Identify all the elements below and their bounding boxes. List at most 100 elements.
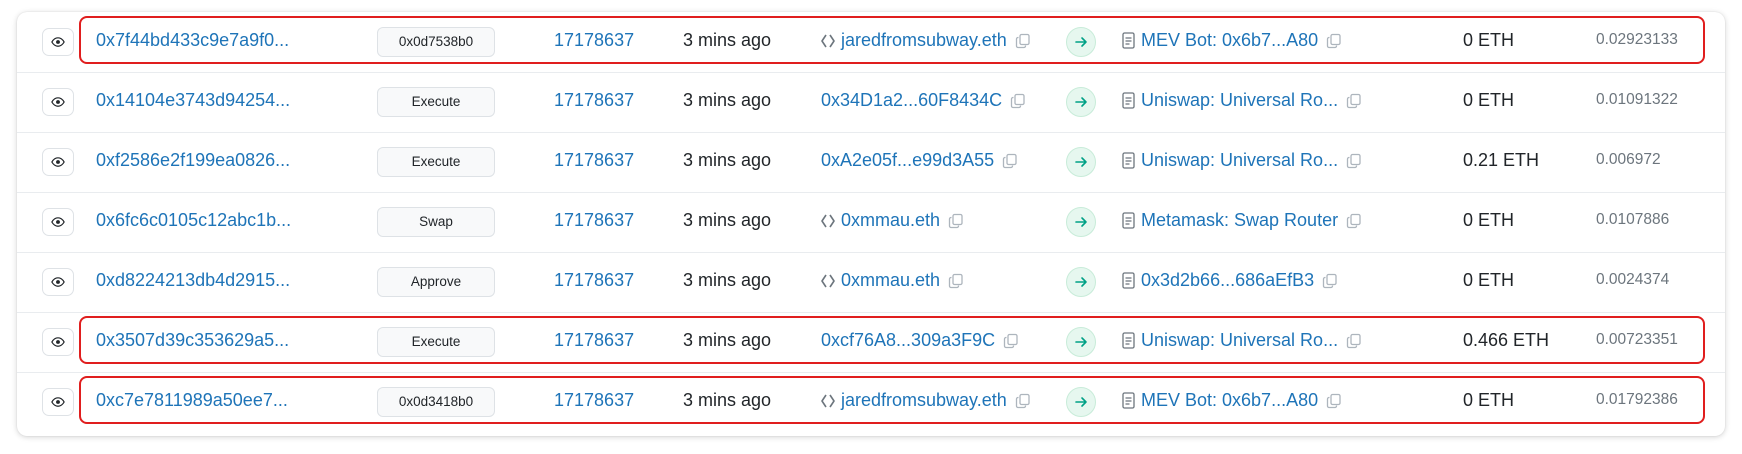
txn-hash-link[interactable]: 0x7f44bd433c9e7a9f0...: [96, 30, 289, 51]
copy-icon[interactable]: [1322, 273, 1338, 289]
to-address-link[interactable]: 0x3d2b66...686aEfB3: [1141, 270, 1314, 291]
view-details-button[interactable]: [42, 28, 74, 56]
contract-icon: [1122, 32, 1135, 49]
txn-hash-link[interactable]: 0x14104e3743d94254...: [96, 90, 290, 111]
txn-fee-text: 0.01792386: [1596, 391, 1678, 408]
copy-icon[interactable]: [1010, 93, 1026, 109]
age-text: 3 mins ago: [683, 30, 772, 50]
copy-icon[interactable]: [948, 273, 964, 289]
copy-icon[interactable]: [1346, 93, 1362, 109]
copy-icon[interactable]: [1346, 213, 1362, 229]
txn-hash-link[interactable]: 0xd8224213db4d2915...: [96, 270, 290, 291]
age-text: 3 mins ago: [683, 150, 772, 170]
eye-icon: [51, 277, 65, 287]
direction-arrow: [1066, 327, 1096, 357]
to-address-link[interactable]: Uniswap: Universal Ro...: [1141, 330, 1338, 351]
from-address-link[interactable]: 0xmmau.eth: [841, 210, 940, 231]
arrow-right-icon: [1075, 397, 1087, 407]
value-text: 0 ETH: [1463, 270, 1515, 290]
from-address: jaredfromsubway.eth: [821, 390, 1031, 411]
from-address-link[interactable]: 0xmmau.eth: [841, 270, 940, 291]
view-details-button[interactable]: [42, 208, 74, 236]
to-address-link[interactable]: MEV Bot: 0x6b7...A80: [1141, 30, 1318, 51]
copy-icon[interactable]: [1015, 393, 1031, 409]
from-address-link[interactable]: 0xcf76A8...309a3F9C: [821, 330, 995, 351]
method-badge: 0x0d7538b0: [377, 27, 495, 57]
view-details-button[interactable]: [42, 148, 74, 176]
table-row: 0x6fc6c0105c12abc1b... Swap 17178637 3 m…: [17, 192, 1725, 253]
eye-icon: [51, 37, 65, 47]
txn-fee-text: 0.0024374: [1596, 271, 1670, 288]
view-details-button[interactable]: [42, 328, 74, 356]
block-link[interactable]: 17178637: [554, 270, 634, 291]
table-row: 0xc7e7811989a50ee7... 0x0d3418b0 1717863…: [17, 372, 1725, 432]
copy-icon[interactable]: [1346, 333, 1362, 349]
to-address-link[interactable]: MEV Bot: 0x6b7...A80: [1141, 390, 1318, 411]
value-text: 0 ETH: [1463, 90, 1515, 110]
copy-icon[interactable]: [1002, 153, 1018, 169]
direction-arrow: [1066, 87, 1096, 117]
to-address-link[interactable]: Metamask: Swap Router: [1141, 210, 1338, 231]
to-address: MEV Bot: 0x6b7...A80: [1122, 30, 1342, 51]
arrow-right-icon: [1075, 277, 1087, 287]
from-address: 0x34D1a2...60F8434C: [821, 90, 1026, 111]
table-row: 0x3507d39c353629a5... Execute 17178637 3…: [17, 312, 1725, 373]
value-text: 0.21 ETH: [1463, 150, 1540, 170]
age-text: 3 mins ago: [683, 90, 772, 110]
to-address: 0x3d2b66...686aEfB3: [1122, 270, 1338, 291]
copy-icon[interactable]: [1346, 153, 1362, 169]
method-badge: Execute: [377, 87, 495, 117]
value-text: 0.466 ETH: [1463, 330, 1550, 350]
view-details-button[interactable]: [42, 388, 74, 416]
contract-icon: [1122, 152, 1135, 169]
block-link[interactable]: 17178637: [554, 90, 634, 111]
view-details-button[interactable]: [42, 88, 74, 116]
copy-icon[interactable]: [1015, 33, 1031, 49]
to-address-link[interactable]: Uniswap: Universal Ro...: [1141, 150, 1338, 171]
method-badge: 0x0d3418b0: [377, 387, 495, 417]
block-link[interactable]: 17178637: [554, 30, 634, 51]
from-address-link[interactable]: jaredfromsubway.eth: [841, 390, 1007, 411]
from-address-link[interactable]: 0xA2e05f...e99d3A55: [821, 150, 994, 171]
from-address-link[interactable]: 0x34D1a2...60F8434C: [821, 90, 1002, 111]
value-text: 0 ETH: [1463, 210, 1515, 230]
arrow-right-icon: [1075, 97, 1087, 107]
to-address: Uniswap: Universal Ro...: [1122, 90, 1362, 111]
from-address: 0xmmau.eth: [821, 210, 964, 231]
contract-icon: [1122, 332, 1135, 349]
txn-hash-link[interactable]: 0x6fc6c0105c12abc1b...: [96, 210, 291, 231]
from-address-link[interactable]: jaredfromsubway.eth: [841, 30, 1007, 51]
txn-fee-text: 0.02923133: [1596, 31, 1678, 48]
arrow-right-icon: [1075, 157, 1087, 167]
copy-icon[interactable]: [948, 213, 964, 229]
method-badge: Execute: [377, 147, 495, 177]
table-row: 0xf2586e2f199ea0826... Execute 17178637 …: [17, 132, 1725, 193]
arrow-right-icon: [1075, 217, 1087, 227]
copy-icon[interactable]: [1326, 393, 1342, 409]
txn-fee-text: 0.00723351: [1596, 331, 1678, 348]
block-link[interactable]: 17178637: [554, 150, 634, 171]
contract-icon: [1122, 272, 1135, 289]
to-address: Metamask: Swap Router: [1122, 210, 1362, 231]
table-row: 0x7f44bd433c9e7a9f0... 0x0d7538b0 171786…: [17, 12, 1725, 73]
arrow-right-icon: [1075, 337, 1087, 347]
from-address: 0xA2e05f...e99d3A55: [821, 150, 1018, 171]
ens-icon: [821, 274, 835, 287]
from-address: jaredfromsubway.eth: [821, 30, 1031, 51]
txn-hash-link[interactable]: 0xc7e7811989a50ee7...: [96, 390, 288, 411]
to-address: Uniswap: Universal Ro...: [1122, 150, 1362, 171]
direction-arrow: [1066, 387, 1096, 417]
copy-icon[interactable]: [1326, 33, 1342, 49]
txn-hash-link[interactable]: 0xf2586e2f199ea0826...: [96, 150, 290, 171]
direction-arrow: [1066, 267, 1096, 297]
view-details-button[interactable]: [42, 268, 74, 296]
age-text: 3 mins ago: [683, 270, 772, 290]
value-text: 0 ETH: [1463, 30, 1515, 50]
to-address-link[interactable]: Uniswap: Universal Ro...: [1141, 90, 1338, 111]
copy-icon[interactable]: [1003, 333, 1019, 349]
block-link[interactable]: 17178637: [554, 210, 634, 231]
block-link[interactable]: 17178637: [554, 330, 634, 351]
block-link[interactable]: 17178637: [554, 390, 634, 411]
contract-icon: [1122, 212, 1135, 229]
txn-hash-link[interactable]: 0x3507d39c353629a5...: [96, 330, 289, 351]
